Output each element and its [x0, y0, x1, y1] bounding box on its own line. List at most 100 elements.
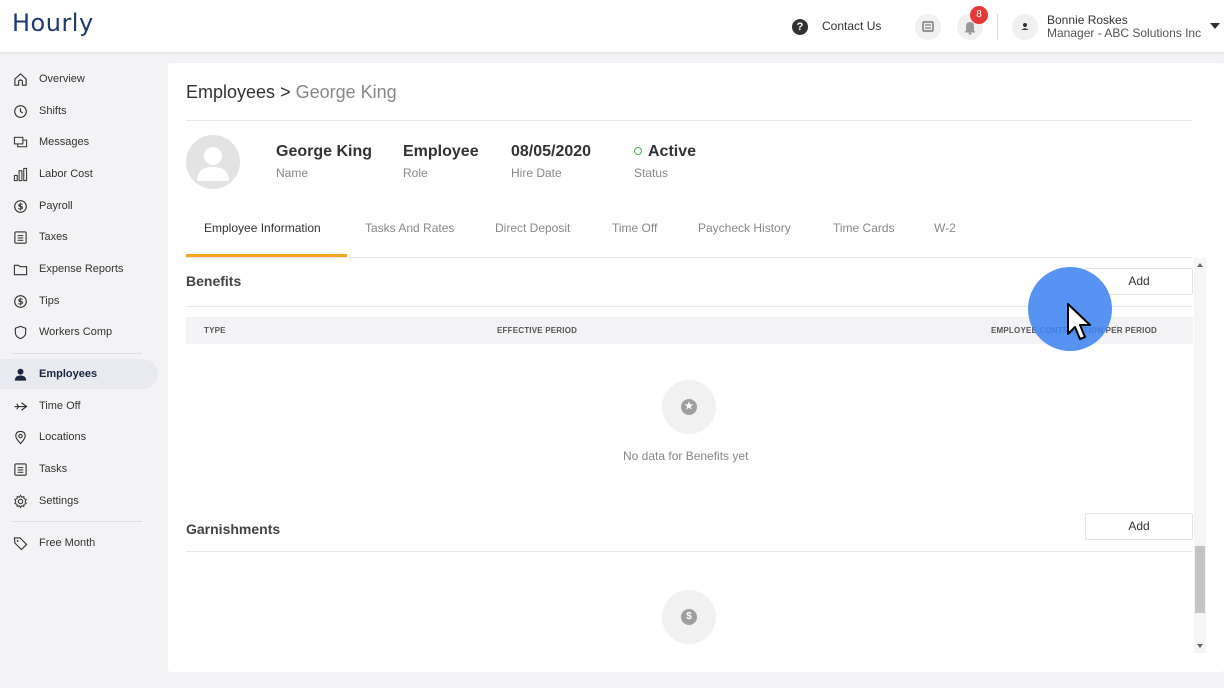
notification-badge: 8 [970, 6, 988, 24]
sidebar-item-label: Free Month [39, 537, 96, 549]
employee-hire-date: 08/05/2020 [511, 143, 592, 160]
employee-avatar [186, 135, 240, 189]
tab-paycheck-history[interactable]: Paycheck History [698, 221, 791, 235]
person-icon [12, 366, 28, 382]
sidebar-item-employees[interactable]: Employees [0, 359, 158, 389]
tab-employee-information[interactable]: Employee Information [204, 221, 321, 235]
document-icon [12, 229, 28, 245]
sidebar-item-messages[interactable]: Messages [0, 127, 158, 157]
sidebar-item-label: Expense Reports [39, 263, 124, 275]
person-icon [1021, 23, 1029, 30]
home-icon [12, 71, 28, 87]
dollar-circle-icon: $ [12, 198, 28, 214]
location-pin-icon [12, 429, 28, 445]
app-logo[interactable]: Hourly [12, 9, 94, 37]
chat-button[interactable] [915, 14, 941, 40]
folder-icon [12, 261, 28, 277]
sidebar-item-workers-comp[interactable]: Workers Comp [0, 317, 158, 347]
star-icon: ★ [681, 399, 697, 415]
plane-icon [12, 398, 28, 414]
messages-icon [12, 134, 28, 150]
garnishments-title: Garnishments [186, 521, 281, 537]
breadcrumb-employees-link[interactable]: Employees [186, 82, 275, 102]
breadcrumb-separator: > [280, 82, 291, 102]
sidebar-item-label: Labor Cost [39, 168, 93, 180]
scrollbar-thumb[interactable] [1195, 546, 1205, 613]
tab-w2[interactable]: W-2 [934, 221, 956, 235]
employee-hire-date-label: Hire Date [511, 166, 562, 180]
scroll-down-arrow-icon[interactable] [1197, 644, 1203, 648]
sidebar-item-label: Payroll [39, 200, 73, 212]
sidebar-item-tasks[interactable]: Tasks [0, 454, 158, 484]
sidebar-item-expense-reports[interactable]: Expense Reports [0, 254, 158, 284]
sidebar-item-label: Tips [39, 295, 60, 307]
employee-status-value: Active [648, 143, 697, 160]
empty-state-icon-circle: $ [662, 590, 716, 644]
sidebar-item-label: Overview [39, 73, 85, 85]
gear-icon [12, 493, 28, 509]
divider [997, 14, 998, 40]
sidebar-item-payroll[interactable]: $ Payroll [0, 191, 158, 221]
benefits-empty-text: No data for Benefits yet [623, 449, 749, 463]
add-garnishment-button[interactable]: Add [1085, 513, 1193, 540]
sidebar-item-taxes[interactable]: Taxes [0, 222, 158, 252]
breadcrumb-current: George King [295, 82, 397, 102]
sidebar-item-time-off[interactable]: Time Off [0, 391, 158, 421]
breadcrumb: Employees > George King [186, 82, 397, 103]
employee-name: George King [276, 143, 373, 160]
sidebar-item-shifts[interactable]: Shifts [0, 96, 158, 126]
sidebar-item-label: Tasks [39, 463, 68, 475]
tab-time-off[interactable]: Time Off [612, 221, 657, 235]
sidebar-item-label: Shifts [39, 105, 67, 117]
dollar-icon: $ [681, 609, 697, 625]
divider [186, 551, 1192, 552]
benefits-title: Benefits [186, 273, 242, 289]
divider [186, 257, 1192, 258]
divider [186, 120, 1192, 121]
svg-text:$: $ [17, 296, 23, 306]
sidebar-item-label: Taxes [39, 231, 68, 243]
sidebar-item-free-month[interactable]: Free Month [0, 528, 158, 558]
employee-role: Employee [403, 143, 479, 160]
svg-text:$: $ [17, 201, 23, 211]
help-icon[interactable]: ? [792, 19, 808, 35]
sidebar-item-label: Settings [39, 495, 79, 507]
user-name[interactable]: Bonnie Roskes [1047, 13, 1128, 27]
clock-icon [12, 103, 28, 119]
scroll-up-arrow-icon[interactable] [1197, 263, 1203, 267]
sidebar-divider [12, 353, 142, 354]
sidebar-item-locations[interactable]: Locations [0, 422, 158, 452]
sidebar-item-label: Time Off [39, 400, 81, 412]
sidebar-item-label: Messages [39, 136, 90, 148]
document-icon [12, 461, 28, 477]
tab-time-cards[interactable]: Time Cards [833, 221, 895, 235]
sidebar-item-settings[interactable]: Settings [0, 486, 158, 516]
status-dot-icon [634, 146, 642, 155]
tag-icon [12, 535, 28, 551]
employee-name-label: Name [276, 166, 309, 180]
column-header-effective-period: EFFECTIVE PERIOD [497, 326, 578, 335]
sidebar-item-label: Locations [39, 431, 87, 443]
user-avatar[interactable] [1012, 14, 1038, 40]
employee-status: Active [634, 143, 696, 161]
chat-icon [922, 21, 934, 32]
employee-role-label: Role [403, 166, 428, 180]
top-bar: Hourly ? Contact Us 8 Bonnie Roskes Mana… [0, 0, 1224, 53]
sidebar-item-label: Employees [39, 368, 98, 380]
sidebar-item-labor-cost[interactable]: Labor Cost [0, 159, 158, 189]
tab-tasks-and-rates[interactable]: Tasks And Rates [365, 221, 454, 235]
sidebar-item-label: Workers Comp [39, 326, 113, 338]
tab-direct-deposit[interactable]: Direct Deposit [495, 221, 570, 235]
empty-state-icon-circle: ★ [662, 380, 716, 434]
employee-status-label: Status [634, 166, 669, 180]
dollar-circle-icon: $ [12, 293, 28, 309]
person-placeholder-icon [197, 147, 229, 181]
sidebar-item-overview[interactable]: Overview [0, 64, 158, 94]
column-header-type: TYPE [204, 326, 226, 335]
sidebar-item-tips[interactable]: $ Tips [0, 286, 158, 316]
chevron-down-icon[interactable] [1210, 23, 1220, 29]
employee-detail-card: Employees > George King George King Name… [168, 63, 1224, 672]
user-role: Manager - ABC Solutions Inc [1047, 26, 1202, 40]
contact-us-link[interactable]: Contact Us [822, 19, 881, 33]
sidebar-divider [12, 521, 142, 522]
